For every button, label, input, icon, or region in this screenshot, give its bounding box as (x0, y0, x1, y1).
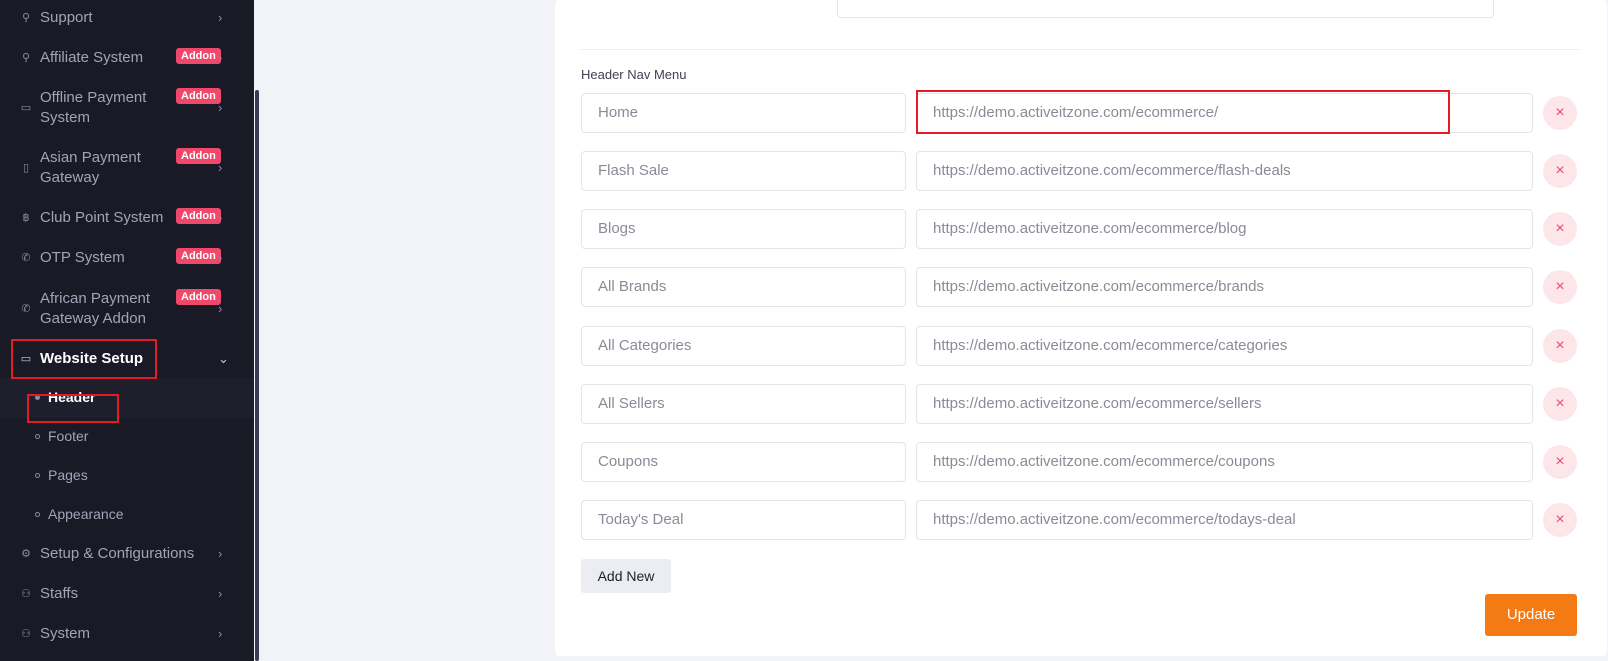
user-icon: ⚇ (21, 588, 31, 600)
phone-icon: ▯ (22, 162, 30, 174)
remove-row-button[interactable]: × (1543, 154, 1577, 188)
nav-label-input[interactable]: Blogs (581, 209, 906, 249)
nav-link-input[interactable]: https://demo.activeitzone.com/ecommerce/… (916, 442, 1533, 482)
remove-row-button[interactable]: × (1543, 329, 1577, 363)
sidebar-item-asian-payment-gateway[interactable]: ▯ Asian Payment Gateway Addon › (0, 148, 254, 188)
chevron-right-icon: › (218, 210, 223, 225)
bullet-icon (35, 434, 40, 439)
cash-icon: ▭ (20, 102, 32, 114)
sidebar-subitem-appearance[interactable]: Appearance (0, 505, 254, 525)
addon-badge: Addon (176, 248, 221, 264)
add-new-button[interactable]: Add New (581, 559, 671, 593)
coin-icon: ฿ (22, 212, 30, 224)
divider (581, 49, 1579, 50)
sidebar-item-system[interactable]: ⚇ System › (0, 624, 254, 644)
chevron-right-icon: › (218, 50, 223, 65)
nav-label-input[interactable]: Today's Deal (581, 500, 906, 540)
phone-call-icon: ✆ (21, 252, 31, 264)
remove-row-button[interactable]: × (1543, 445, 1577, 479)
gear-icon: ⚙ (21, 548, 31, 560)
sidebar-item-affiliate-system[interactable]: ⚲ Affiliate System Addon › (0, 48, 254, 68)
link-icon: ⚲ (21, 52, 31, 64)
nav-link-input[interactable]: https://demo.activeitzone.com/ecommerce/… (916, 267, 1533, 307)
nav-label-input[interactable]: Flash Sale (581, 151, 906, 191)
sidebar-item-staffs[interactable]: ⚇ Staffs › (0, 584, 254, 604)
chevron-right-icon: › (218, 100, 223, 115)
chevron-right-icon: › (218, 10, 223, 25)
remove-row-button[interactable]: × (1543, 96, 1577, 130)
nav-label-input[interactable]: All Sellers (581, 384, 906, 424)
update-button[interactable]: Update (1485, 594, 1577, 636)
chevron-right-icon: › (218, 546, 223, 561)
link-icon: ⚲ (21, 12, 31, 24)
remove-row-button[interactable]: × (1543, 387, 1577, 421)
sidebar-scrollbar[interactable] (255, 90, 259, 661)
highlight-box (27, 394, 119, 423)
chevron-right-icon: › (218, 626, 223, 641)
sidebar-item-otp-system[interactable]: ✆ OTP System Addon › (0, 248, 254, 268)
nav-link-input[interactable]: https://demo.activeitzone.com/ecommerce/… (916, 384, 1533, 424)
highlight-box (11, 339, 157, 379)
sidebar-item-club-point-system[interactable]: ฿ Club Point System Addon › (0, 208, 254, 228)
chevron-right-icon: › (218, 160, 223, 175)
addon-badge: Addon (176, 208, 221, 224)
nav-label-input[interactable]: Home (581, 93, 906, 133)
bullet-icon (35, 512, 40, 517)
nav-link-input[interactable]: https://demo.activeitzone.com/ecommerce/… (916, 209, 1533, 249)
sidebar-subitem-pages[interactable]: Pages (0, 466, 254, 486)
sidebar-item-setup-configurations[interactable]: ⚙ Setup & Configurations › (0, 544, 254, 564)
addon-badge: Addon (176, 88, 221, 104)
bullet-icon (35, 473, 40, 478)
nav-label-input[interactable]: All Categories (581, 326, 906, 366)
section-label: Header Nav Menu (581, 67, 687, 82)
nav-link-input[interactable]: https://demo.activeitzone.com/ecommerce/… (916, 326, 1533, 366)
addon-badge: Addon (176, 148, 221, 164)
remove-row-button[interactable]: × (1543, 270, 1577, 304)
nav-label-input[interactable]: Coupons (581, 442, 906, 482)
nav-link-input[interactable]: https://demo.activeitzone.com/ecommerce/… (916, 500, 1533, 540)
chevron-right-icon: › (218, 301, 223, 316)
sidebar-subitem-footer[interactable]: Footer (0, 427, 254, 447)
sidebar-item-offline-payment-system[interactable]: ▭ Offline Payment System Addon › (0, 88, 254, 128)
top-partial-input[interactable] (837, 0, 1494, 18)
nav-label-input[interactable]: All Brands (581, 267, 906, 307)
sidebar-item-support[interactable]: ⚲ Support › (0, 8, 254, 28)
chevron-down-icon: ⌄ (218, 351, 229, 366)
remove-row-button[interactable]: × (1543, 503, 1577, 537)
addon-badge: Addon (176, 48, 221, 64)
chevron-right-icon: › (218, 586, 223, 601)
user-icon: ⚇ (21, 628, 31, 640)
nav-link-input[interactable]: https://demo.activeitzone.com/ecommerce/… (916, 151, 1533, 191)
addon-badge: Addon (176, 289, 221, 305)
chevron-right-icon: › (218, 250, 223, 265)
remove-row-button[interactable]: × (1543, 212, 1577, 246)
highlight-box (916, 90, 1450, 134)
sidebar-item-african-payment-gateway[interactable]: ✆ African Payment Gateway Addon Addon › (0, 289, 254, 329)
sidebar: ⚲ Support › ⚲ Affiliate System Addon › ▭… (0, 0, 254, 661)
phone-call-icon: ✆ (21, 303, 31, 315)
